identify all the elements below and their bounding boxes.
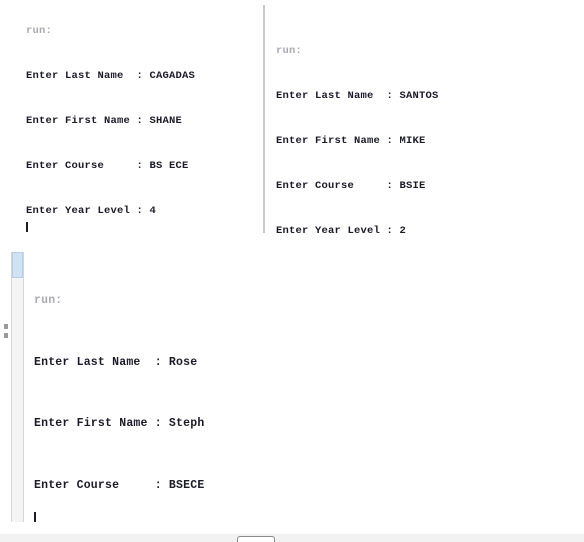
- console-line: Enter Year Level : 2: [276, 225, 407, 237]
- console-text-bottom: run: Enter Last Name : Rose Enter First …: [34, 250, 275, 532]
- console-line: Enter First Name : SHANE: [26, 115, 183, 127]
- gutter-mark: [4, 333, 8, 338]
- output-pane-top-left[interactable]: run: Enter Last Name : CAGADAS Enter Fir…: [0, 0, 262, 240]
- output-pane-top-right[interactable]: run: Enter Last Name : SANTOS Enter Firs…: [266, 0, 584, 240]
- vertical-scrollbar[interactable]: [11, 252, 24, 522]
- console-line: run:: [26, 25, 53, 37]
- console-text-top-right: run: Enter Last Name : SANTOS Enter Firs…: [276, 14, 497, 240]
- console-line: run:: [34, 294, 63, 307]
- text-caret: [34, 512, 36, 522]
- bottom-status-strip: [0, 534, 584, 542]
- console-line: Enter First Name : MIKE: [276, 135, 426, 147]
- bottom-tab-handle[interactable]: [237, 536, 275, 542]
- output-pane-bottom[interactable]: run: Enter Last Name : Rose Enter First …: [0, 248, 584, 532]
- console-line: Enter Last Name : SANTOS: [276, 90, 439, 102]
- console-line: Enter Course : BS ECE: [26, 160, 189, 172]
- gutter-mark: [4, 324, 8, 329]
- console-line: Enter Year Level : 4: [26, 205, 157, 217]
- console-line: Enter Course : BSIE: [276, 180, 426, 192]
- scrollbar-thumb[interactable]: [12, 252, 23, 278]
- console-text-top-left: run: Enter Last Name : CAGADAS Enter Fir…: [26, 0, 247, 240]
- pane-divider[interactable]: [263, 5, 265, 233]
- console-line: run:: [276, 45, 303, 57]
- console-line: Enter Course : BSECE: [34, 478, 205, 492]
- text-caret: [26, 222, 28, 232]
- console-line: Enter Last Name : Rose: [34, 355, 198, 369]
- console-line: Enter Last Name : CAGADAS: [26, 70, 196, 82]
- console-line: Enter First Name : Steph: [34, 417, 205, 430]
